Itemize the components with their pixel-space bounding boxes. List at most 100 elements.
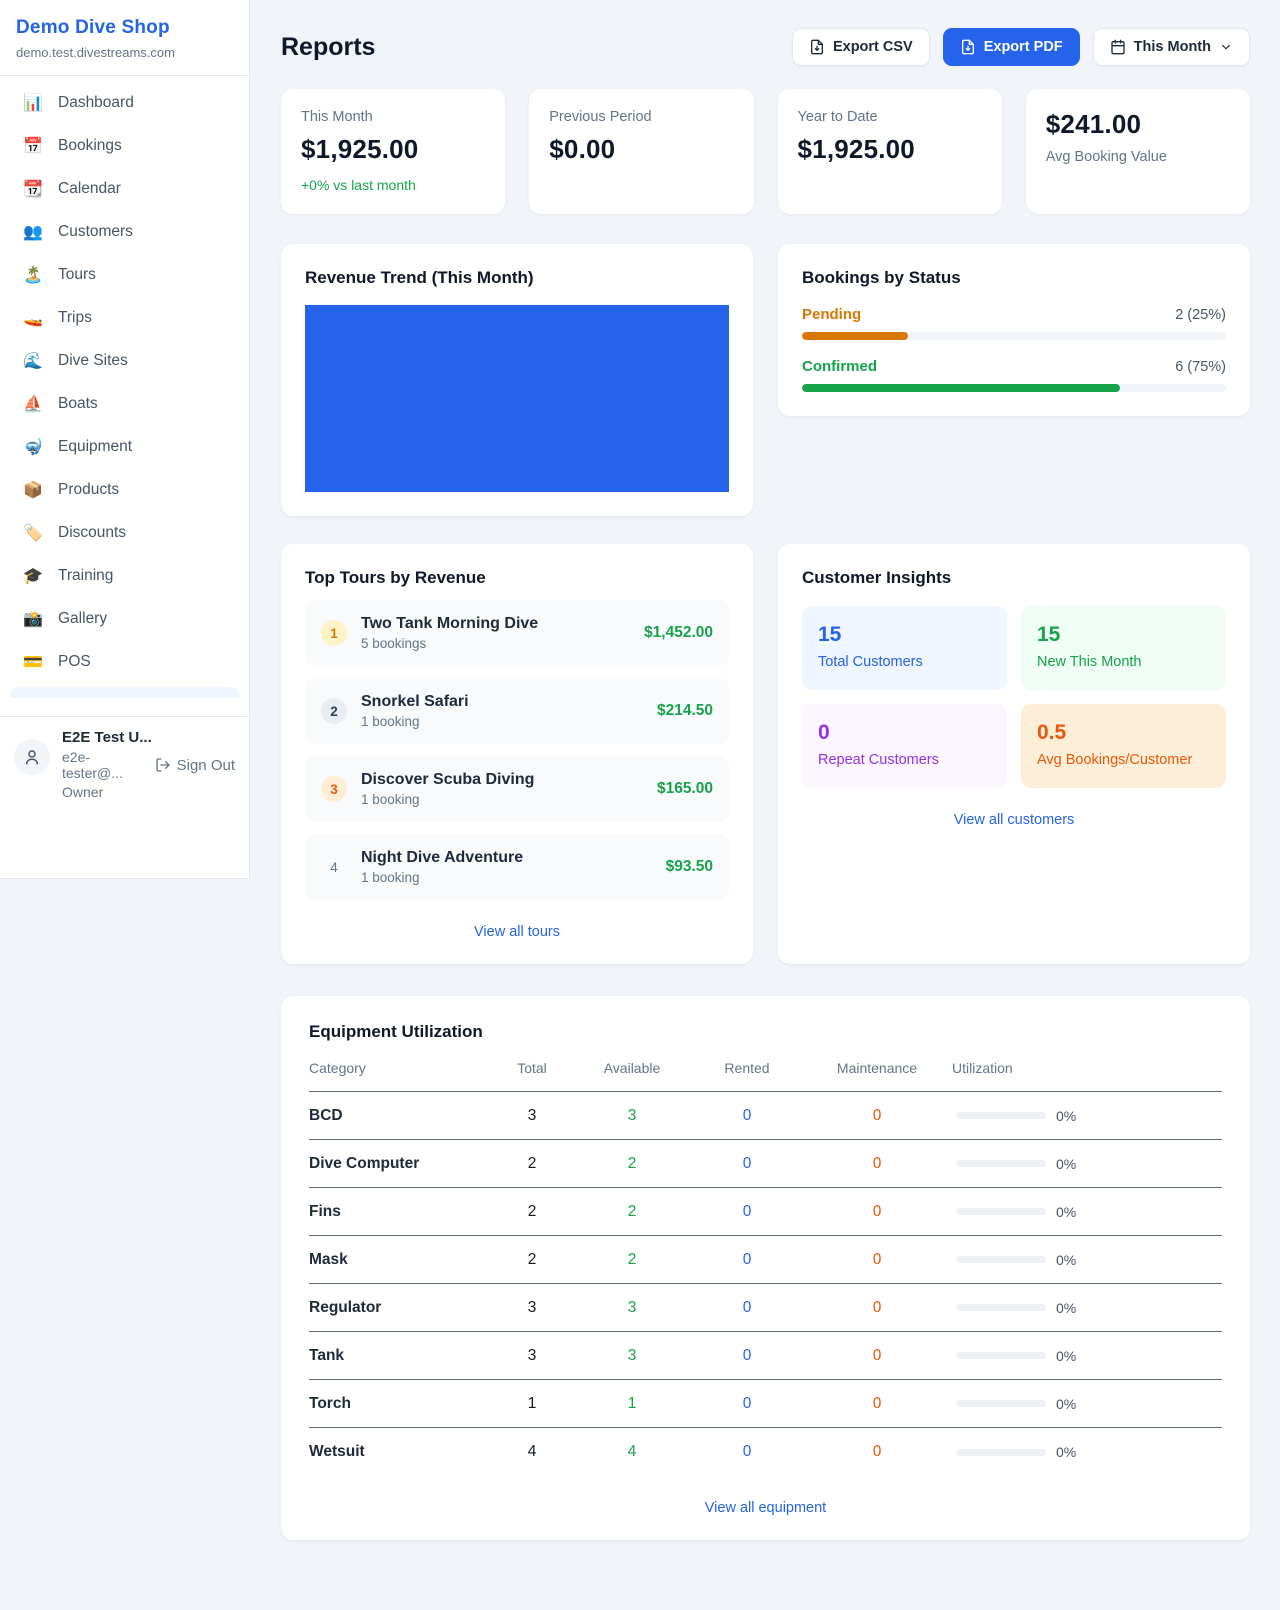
table-row: Fins 2 2 0 0 0% bbox=[309, 1188, 1222, 1236]
col-utilization: Utilization bbox=[952, 1060, 1222, 1076]
cell-rented: 0 bbox=[692, 1203, 802, 1221]
cell-available: 1 bbox=[572, 1395, 692, 1413]
stat-card-year-to-date: Year to Date $1,925.00 bbox=[778, 89, 1002, 214]
cell-total: 3 bbox=[492, 1347, 572, 1365]
cell-available: 2 bbox=[572, 1251, 692, 1269]
col-rented: Rented bbox=[692, 1060, 802, 1076]
tour-list-item: 4 Night Dive Adventure 1 booking $93.50 bbox=[305, 834, 729, 900]
sidebar-item-label: Products bbox=[58, 481, 119, 499]
cell-category: Tank bbox=[309, 1347, 492, 1365]
tours-icon: 🏝️ bbox=[22, 265, 44, 285]
stat-delta: +0% vs last month bbox=[301, 177, 485, 193]
top-tours-card: Top Tours by Revenue 1 Two Tank Morning … bbox=[281, 544, 753, 964]
status-count: 2 (25%) bbox=[1175, 307, 1226, 323]
gallery-icon: 📸 bbox=[22, 609, 44, 629]
tour-revenue: $214.50 bbox=[657, 702, 713, 720]
user-icon bbox=[23, 748, 41, 766]
sidebar-item-dashboard[interactable]: 📊 Dashboard bbox=[10, 85, 239, 121]
cell-maintenance: 0 bbox=[802, 1203, 952, 1221]
sidebar-item-label: Boats bbox=[58, 395, 98, 413]
user-email: e2e-tester@... bbox=[62, 749, 145, 781]
tile-value: 15 bbox=[1037, 623, 1210, 647]
user-name: E2E Test U... bbox=[62, 729, 235, 746]
file-download-icon bbox=[809, 39, 825, 55]
cell-available: 3 bbox=[572, 1107, 692, 1125]
sidebar-item-trips[interactable]: 🚤 Trips bbox=[10, 300, 239, 336]
discounts-icon: 🏷️ bbox=[22, 523, 44, 543]
tour-name: Two Tank Morning Dive bbox=[361, 615, 630, 633]
cell-maintenance: 0 bbox=[802, 1347, 952, 1365]
user-role: Owner bbox=[62, 784, 235, 800]
cell-rented: 0 bbox=[692, 1299, 802, 1317]
sidebar-item-dive-sites[interactable]: 🌊 Dive Sites bbox=[10, 343, 239, 379]
sidebar-item-gallery[interactable]: 📸 Gallery bbox=[10, 601, 239, 637]
page-title: Reports bbox=[281, 33, 375, 62]
sidebar-item-training[interactable]: 🎓 Training bbox=[10, 558, 239, 594]
tour-revenue: $1,452.00 bbox=[644, 624, 713, 642]
stat-value: $0.00 bbox=[549, 134, 733, 165]
sidebar-item-products[interactable]: 📦 Products bbox=[10, 472, 239, 508]
export-pdf-button[interactable]: Export PDF bbox=[943, 28, 1080, 66]
tour-bookings: 1 booking bbox=[361, 792, 643, 807]
sidebar-item-bookings[interactable]: 📅 Bookings bbox=[10, 128, 239, 164]
view-all-equipment-link[interactable]: View all equipment bbox=[309, 1500, 1222, 1516]
sidebar-item-label: Discounts bbox=[58, 524, 126, 542]
utilization-value: 0% bbox=[1056, 1108, 1076, 1124]
tour-revenue: $165.00 bbox=[657, 780, 713, 798]
cell-rented: 0 bbox=[692, 1155, 802, 1173]
export-csv-button[interactable]: Export CSV bbox=[792, 28, 930, 66]
tour-name: Night Dive Adventure bbox=[361, 849, 652, 867]
sign-out-button[interactable]: Sign Out bbox=[155, 757, 235, 774]
tour-name: Snorkel Safari bbox=[361, 693, 643, 711]
period-dropdown[interactable]: This Month bbox=[1093, 28, 1250, 66]
pos-icon: 💳 bbox=[22, 652, 44, 672]
view-all-customers-link[interactable]: View all customers bbox=[802, 812, 1226, 828]
stat-card-avg-booking-value: $241.00 Avg Booking Value bbox=[1026, 89, 1250, 214]
tour-bookings: 1 booking bbox=[361, 714, 643, 729]
calendar-icon bbox=[1110, 39, 1126, 55]
cell-total: 3 bbox=[492, 1107, 572, 1125]
customer-insights-title: Customer Insights bbox=[802, 568, 1226, 588]
cell-available: 2 bbox=[572, 1203, 692, 1221]
dashboard-icon: 📊 bbox=[22, 93, 44, 113]
sidebar-item-customers[interactable]: 👥 Customers bbox=[10, 214, 239, 250]
cell-maintenance: 0 bbox=[802, 1251, 952, 1269]
stat-value: $1,925.00 bbox=[798, 134, 982, 165]
sidebar-item-active-partial[interactable] bbox=[10, 687, 239, 698]
status-bar-fill bbox=[802, 384, 1120, 392]
insight-tile-repeat-customers: 0 Repeat Customers bbox=[802, 704, 1007, 788]
cell-rented: 0 bbox=[692, 1251, 802, 1269]
sidebar-item-equipment[interactable]: 🤿 Equipment bbox=[10, 429, 239, 465]
sidebar-item-tours[interactable]: 🏝️ Tours bbox=[10, 257, 239, 293]
cell-available: 3 bbox=[572, 1347, 692, 1365]
customers-icon: 👥 bbox=[22, 222, 44, 242]
view-all-tours-link[interactable]: View all tours bbox=[305, 924, 729, 940]
col-available: Available bbox=[572, 1060, 692, 1076]
sidebar-item-calendar[interactable]: 📆 Calendar bbox=[10, 171, 239, 207]
top-tours-title: Top Tours by Revenue bbox=[305, 568, 729, 588]
sidebar-header: Demo Dive Shop demo.test.divestreams.com bbox=[0, 0, 249, 76]
cell-total: 2 bbox=[492, 1251, 572, 1269]
insight-tile-new-this-month: 15 New This Month bbox=[1021, 606, 1226, 690]
cell-rented: 0 bbox=[692, 1107, 802, 1125]
cell-category: Torch bbox=[309, 1395, 492, 1413]
sidebar-item-pos[interactable]: 💳 POS bbox=[10, 644, 239, 680]
user-panel: E2E Test U... e2e-tester@... Sign Out Ow… bbox=[0, 716, 249, 878]
utilization-bar bbox=[956, 1208, 1046, 1215]
bookings-by-status-card: Bookings by Status Pending 2 (25%) Confi… bbox=[778, 244, 1250, 416]
tile-label: Total Customers bbox=[818, 654, 991, 670]
cell-rented: 0 bbox=[692, 1347, 802, 1365]
equipment-utilization-card: Equipment Utilization Category Total Ava… bbox=[281, 996, 1250, 1540]
table-row: BCD 3 3 0 0 0% bbox=[309, 1092, 1222, 1140]
export-pdf-label: Export PDF bbox=[984, 39, 1063, 55]
cell-available: 3 bbox=[572, 1299, 692, 1317]
cell-total: 3 bbox=[492, 1299, 572, 1317]
stat-card-this-month: This Month $1,925.00 +0% vs last month bbox=[281, 89, 505, 214]
sidebar-item-discounts[interactable]: 🏷️ Discounts bbox=[10, 515, 239, 551]
utilization-value: 0% bbox=[1056, 1348, 1076, 1364]
rank-badge: 4 bbox=[321, 854, 347, 880]
tour-bookings: 5 bookings bbox=[361, 636, 630, 651]
products-icon: 📦 bbox=[22, 480, 44, 500]
sidebar-item-boats[interactable]: ⛵ Boats bbox=[10, 386, 239, 422]
avatar bbox=[14, 739, 50, 775]
